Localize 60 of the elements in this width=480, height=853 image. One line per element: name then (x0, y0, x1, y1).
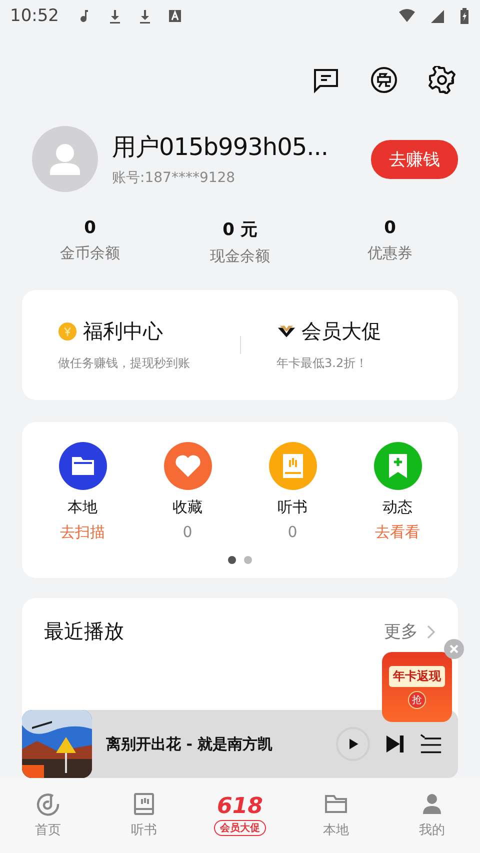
stat-label[interactable]: 金币余额 (60, 244, 120, 263)
shortcut-status: 去扫描 (60, 523, 105, 542)
bookmark-plus-icon[interactable] (374, 442, 422, 490)
music-disc-icon (36, 792, 60, 816)
shortcut-label[interactable]: 收藏 (172, 498, 202, 517)
section-title: 最近播放 (44, 618, 124, 645)
nav-tab[interactable]: 听书 (96, 792, 192, 839)
next-track-icon[interactable] (384, 733, 406, 755)
promo-badge-title: 年卡返现 (389, 666, 445, 686)
nav-tab[interactable]: 我的 (384, 792, 480, 839)
promo-title[interactable]: 福利中心 (83, 318, 163, 345)
nav-tab[interactable]: 首页 (0, 792, 96, 839)
promo-title[interactable]: 会员大促 (302, 318, 382, 345)
person-icon (420, 792, 444, 816)
nav-tab[interactable]: 本地 (288, 792, 384, 839)
sale-logo-number: 618 (217, 796, 263, 818)
status-time: 10:52 (10, 6, 59, 26)
signal-icon (429, 8, 445, 24)
shortcut-status: 0 (182, 523, 192, 541)
shortcut-label[interactable]: 听书 (278, 498, 308, 517)
stat-value: 0 (384, 218, 396, 238)
stat-value: 0 (84, 218, 96, 238)
folder-icon[interactable] (58, 442, 106, 490)
stat-label[interactable]: 现金余额 (210, 247, 270, 266)
book-icon (132, 792, 156, 816)
playlist-icon[interactable] (420, 733, 442, 755)
account-number: 账号:187****9128 (112, 169, 236, 187)
stat-value: 0 元 (222, 219, 258, 241)
mini-player[interactable]: 离别开出花 - 就是南方凯 (22, 710, 458, 778)
coin-icon (58, 322, 77, 341)
shortcut-status: 0 (288, 523, 298, 541)
shortcut-label[interactable]: 动态 (382, 498, 412, 517)
download-icon (137, 8, 153, 24)
grab-button[interactable]: 抢 (408, 690, 426, 708)
sale-logo-label: 会员大促 (214, 820, 266, 836)
nav-label: 听书 (131, 822, 157, 839)
track-title: 离别开出花 - 就是南方凯 (106, 734, 274, 754)
shortcut-status: 去看看 (375, 523, 420, 542)
download-icon (107, 8, 123, 24)
message-icon[interactable] (312, 66, 340, 94)
nav-tab[interactable]: 618 会员大促 (192, 796, 288, 836)
nav-label: 本地 (323, 822, 349, 839)
folder-icon (324, 792, 348, 816)
settings-icon[interactable] (428, 66, 456, 94)
earn-money-button[interactable]: 去赚钱 (371, 140, 458, 178)
shortcut-label[interactable]: 本地 (68, 498, 98, 517)
nav-label: 我的 (419, 822, 445, 839)
close-icon[interactable] (444, 639, 464, 659)
promo-subtitle: 年卡最低3.2折！ (276, 355, 369, 372)
wifi-icon (399, 8, 415, 24)
app-notification-icon (167, 8, 183, 24)
play-button[interactable] (336, 727, 370, 761)
user-name: 用户015b993h05... (112, 132, 329, 163)
battery-charging-icon (459, 8, 470, 24)
nav-label: 首页 (35, 822, 61, 839)
free-badge-icon[interactable] (370, 66, 398, 94)
cashback-promo-badge[interactable]: 年卡返现 抢 (382, 652, 452, 722)
stat-label[interactable]: 优惠券 (368, 244, 412, 263)
promo-subtitle: 做任务赚钱，提现秒到账 (58, 355, 191, 372)
more-link[interactable]: 更多 (384, 620, 418, 643)
